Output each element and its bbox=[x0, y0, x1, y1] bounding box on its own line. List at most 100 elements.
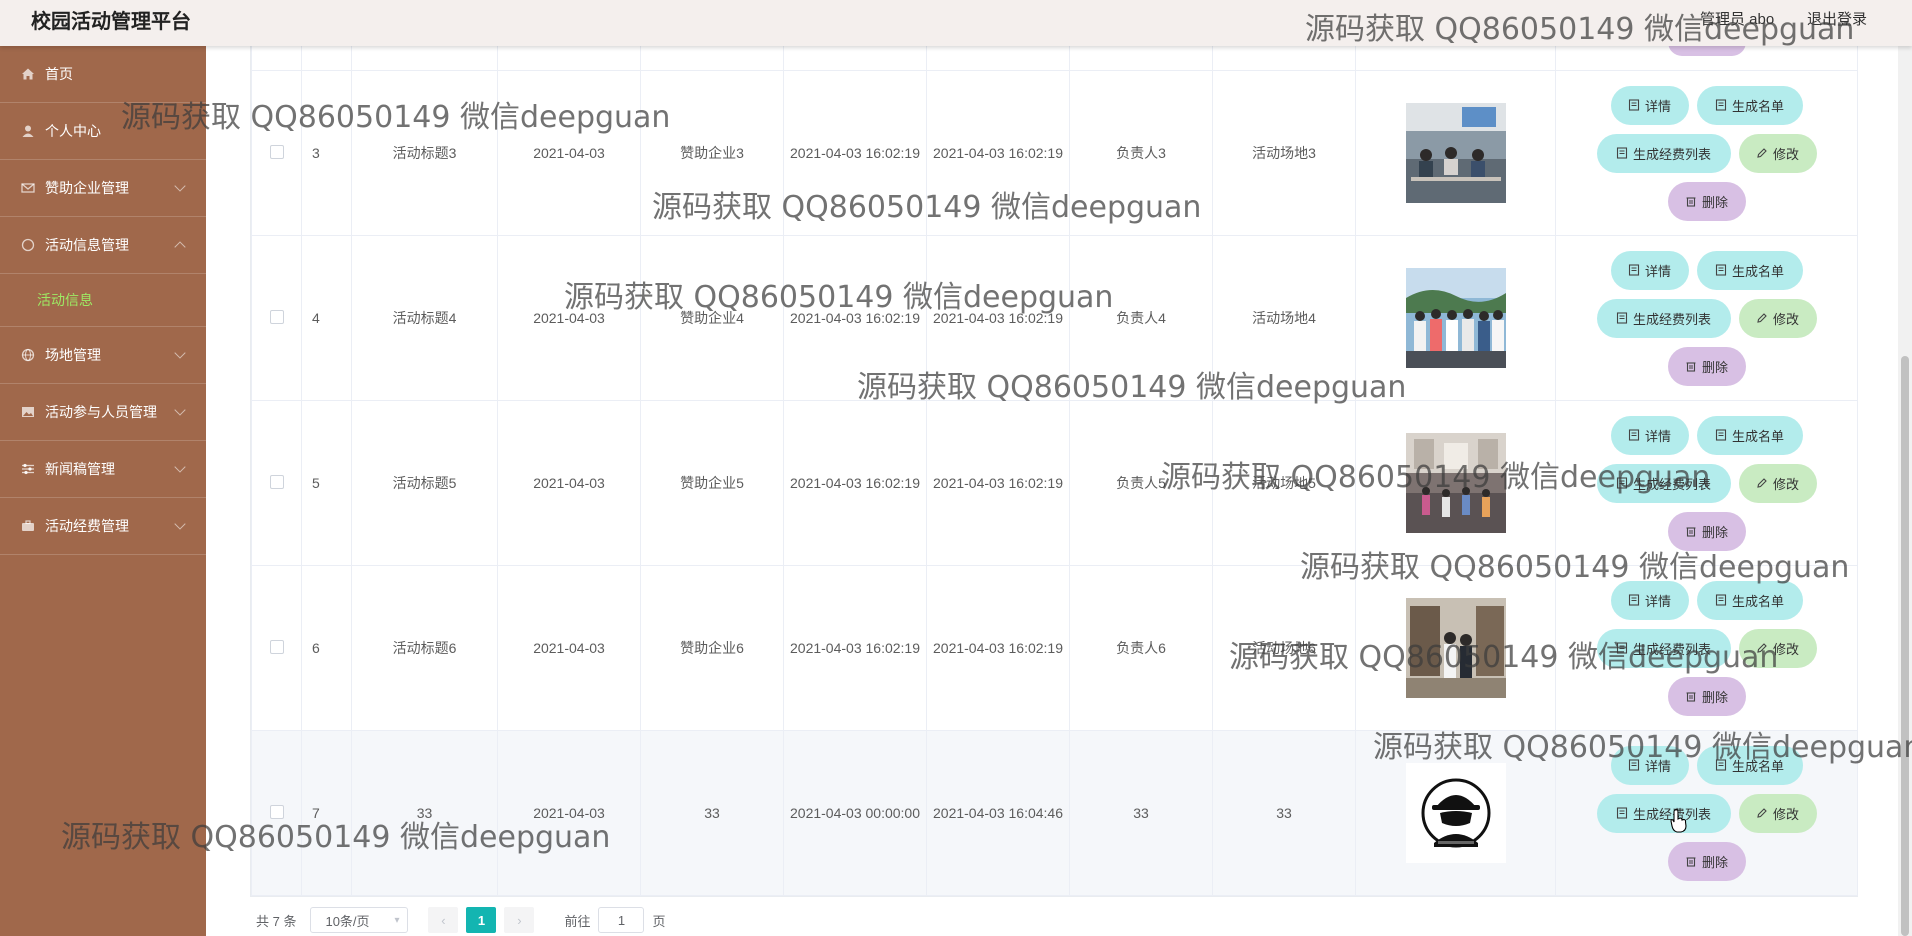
delete-button[interactable]: 删除 bbox=[1667, 676, 1746, 716]
sidebar-item-label: 首页 bbox=[45, 66, 73, 82]
compass-icon bbox=[20, 237, 36, 253]
detail-button[interactable]: 详情 bbox=[1610, 250, 1689, 290]
chevron-left-icon: ‹ bbox=[441, 912, 446, 928]
sidebar-item-label: 活动参与人员管理 bbox=[45, 404, 157, 420]
trash-icon bbox=[1686, 527, 1696, 537]
hand-cursor-icon bbox=[1670, 809, 1687, 833]
sidebar-item-news[interactable]: 新闻稿管理 bbox=[0, 441, 206, 498]
watermark: 源码获取 QQ86050149 微信deepguan bbox=[121, 100, 671, 135]
sponsor: 赞助企业6 bbox=[640, 565, 784, 731]
activity-date: 2021-04-03 bbox=[497, 565, 641, 731]
app-title: 校园活动管理平台 bbox=[31, 11, 191, 33]
sliders-icon bbox=[20, 461, 36, 477]
page-number-button[interactable]: 1 bbox=[466, 907, 497, 933]
document-icon bbox=[1715, 429, 1727, 441]
activity-thumbnail[interactable] bbox=[1405, 763, 1506, 863]
total-count: 共 7 条 bbox=[256, 913, 297, 929]
scrollbar-thumb[interactable] bbox=[1901, 356, 1909, 936]
sidebar-item-label: 活动信息管理 bbox=[45, 237, 129, 253]
generate-fee-list-button[interactable]: 生成经费列表 bbox=[1596, 133, 1731, 173]
chevron-down-icon bbox=[174, 404, 186, 416]
row-checkbox[interactable] bbox=[269, 309, 284, 324]
generate-fee-list-button[interactable]: 生成经费列表 bbox=[1596, 298, 1731, 338]
document-icon bbox=[1715, 264, 1727, 276]
venue: 活动场地3 bbox=[1212, 70, 1356, 236]
sidebar-item-label: 新闻稿管理 bbox=[45, 461, 115, 477]
chevron-down-icon bbox=[174, 347, 186, 359]
next-page-button[interactable]: › bbox=[504, 907, 535, 933]
row-actions: 详情 生成名单 生成经费列表 修改 删除 bbox=[1587, 250, 1827, 386]
sidebar-item-participants[interactable]: 活动参与人员管理 bbox=[0, 384, 206, 441]
prev-page-button[interactable]: ‹ bbox=[428, 907, 459, 933]
watermark: 源码获取 QQ86050149 微信deepguan bbox=[564, 280, 1114, 315]
goto-page-input[interactable]: 1 bbox=[598, 907, 645, 933]
document-icon bbox=[1616, 807, 1628, 819]
row-checkbox[interactable] bbox=[269, 144, 284, 159]
trash-icon bbox=[1686, 362, 1696, 372]
sidebar-item-label: 场地管理 bbox=[45, 347, 101, 363]
submenu-item-activity-info[interactable]: 活动信息 bbox=[0, 274, 206, 327]
delete-button[interactable]: 删除 bbox=[1667, 181, 1746, 221]
activity-date: 2021-04-03 bbox=[497, 400, 641, 566]
generate-list-button[interactable]: 生成名单 bbox=[1696, 580, 1803, 620]
sponsor: 赞助企业4 bbox=[640, 235, 784, 401]
edit-button[interactable]: 修改 bbox=[1738, 793, 1817, 833]
activity-thumbnail[interactable] bbox=[1405, 103, 1506, 203]
delete-button[interactable]: 删除 bbox=[1667, 841, 1746, 881]
pencil-icon bbox=[1757, 313, 1767, 323]
chevron-down-icon bbox=[174, 180, 186, 192]
end-time: 2021-04-03 16:04:46 bbox=[926, 730, 1070, 896]
venue: 33 bbox=[1212, 730, 1356, 896]
row-index: 5 bbox=[301, 400, 352, 566]
sponsor: 33 bbox=[640, 730, 784, 896]
sidebar-item-activity-info[interactable]: 活动信息管理 bbox=[0, 217, 206, 274]
watermark: 源码获取 QQ86050149 微信deepguan bbox=[1229, 640, 1779, 675]
pencil-icon bbox=[1757, 478, 1767, 488]
detail-button[interactable]: 详情 bbox=[1610, 415, 1689, 455]
row-index: 6 bbox=[301, 565, 352, 731]
detail-button[interactable]: 详情 bbox=[1610, 580, 1689, 620]
edit-button[interactable]: 修改 bbox=[1738, 298, 1817, 338]
chevron-down-icon bbox=[174, 518, 186, 530]
chevron-down-icon: ▾ bbox=[394, 914, 400, 926]
generate-list-button[interactable]: 生成名单 bbox=[1696, 415, 1803, 455]
generate-fee-list-button[interactable]: 生成经费列表 bbox=[1596, 793, 1731, 833]
globe-icon bbox=[20, 347, 36, 363]
sidebar-item-label: 活动经费管理 bbox=[45, 518, 129, 534]
detail-button[interactable]: 详情 bbox=[1610, 85, 1689, 125]
trash-icon bbox=[1686, 692, 1696, 702]
row-checkbox[interactable] bbox=[269, 639, 284, 654]
row-checkbox[interactable] bbox=[269, 474, 284, 489]
page-size-select[interactable]: 10条/页 ▾ bbox=[310, 907, 409, 933]
home-icon bbox=[20, 66, 36, 82]
mail-icon bbox=[20, 180, 36, 196]
edit-button[interactable]: 修改 bbox=[1738, 133, 1817, 173]
chevron-down-icon bbox=[174, 461, 186, 473]
chevron-right-icon: › bbox=[517, 912, 522, 928]
start-time: 2021-04-03 16:02:19 bbox=[783, 400, 927, 566]
activity-date: 2021-04-03 bbox=[497, 235, 641, 401]
pencil-icon bbox=[1757, 148, 1767, 158]
sidebar-item-label: 赞助企业管理 bbox=[45, 180, 129, 196]
document-icon bbox=[1616, 147, 1628, 159]
document-icon bbox=[1628, 264, 1640, 276]
document-icon bbox=[1715, 99, 1727, 111]
document-icon bbox=[1628, 99, 1640, 111]
row-index: 4 bbox=[301, 235, 352, 401]
sidebar-item-sponsor[interactable]: 赞助企业管理 bbox=[0, 160, 206, 217]
image-icon bbox=[20, 404, 36, 420]
delete-button[interactable]: 删除 bbox=[1667, 346, 1746, 386]
end-time: 2021-04-03 16:02:19 bbox=[926, 400, 1070, 566]
edit-button[interactable]: 修改 bbox=[1738, 463, 1817, 503]
manager: 33 bbox=[1069, 730, 1213, 896]
generate-list-button[interactable]: 生成名单 bbox=[1696, 85, 1803, 125]
watermark: 源码获取 QQ86050149 微信deepguan bbox=[1305, 12, 1855, 47]
sidebar: 首页 个人中心 赞助企业管理 活动信息管理 活动信息 场地管理 活动参与人员管理… bbox=[0, 46, 206, 936]
generate-list-button[interactable]: 生成名单 bbox=[1696, 250, 1803, 290]
sidebar-item-funds[interactable]: 活动经费管理 bbox=[0, 498, 206, 555]
document-icon bbox=[1628, 594, 1640, 606]
sidebar-item-venue[interactable]: 场地管理 bbox=[0, 327, 206, 384]
activity-thumbnail[interactable] bbox=[1405, 268, 1506, 368]
sponsor: 赞助企业5 bbox=[640, 400, 784, 566]
watermark: 源码获取 QQ86050149 微信deepguan bbox=[857, 370, 1407, 405]
